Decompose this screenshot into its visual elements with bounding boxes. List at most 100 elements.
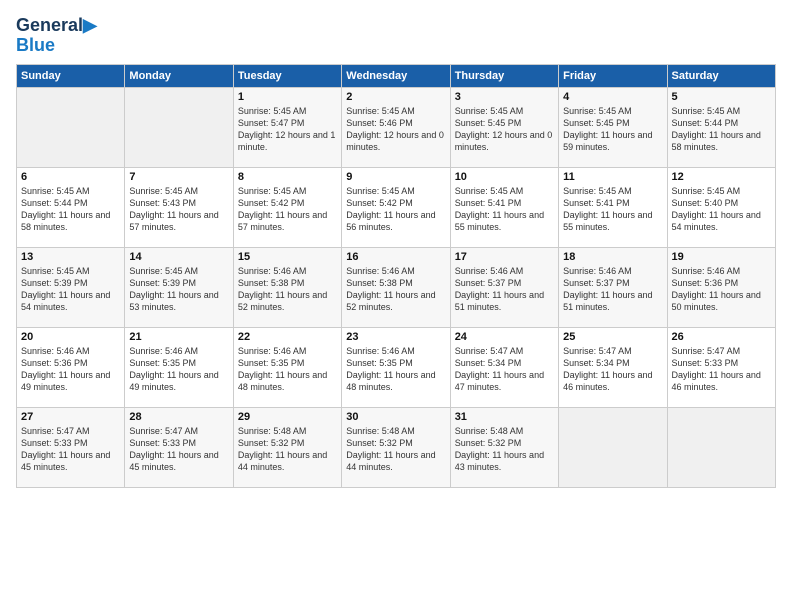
weekday-header: Wednesday bbox=[342, 64, 450, 87]
calendar-cell: 19 Sunrise: 5:46 AMSunset: 5:36 PMDayligh… bbox=[667, 247, 775, 327]
day-info: Sunrise: 5:46 AMSunset: 5:35 PMDaylight:… bbox=[346, 345, 445, 394]
weekday-header: Sunday bbox=[17, 64, 125, 87]
day-info: Sunrise: 5:46 AMSunset: 5:37 PMDaylight:… bbox=[563, 265, 662, 314]
calendar-cell: 22 Sunrise: 5:46 AMSunset: 5:35 PMDayligh… bbox=[233, 327, 341, 407]
day-info: Sunrise: 5:46 AMSunset: 5:36 PMDaylight:… bbox=[672, 265, 771, 314]
day-number: 13 bbox=[21, 251, 120, 263]
day-number: 7 bbox=[129, 171, 228, 183]
day-number: 27 bbox=[21, 411, 120, 423]
calendar-cell: 28 Sunrise: 5:47 AMSunset: 5:33 PMDayligh… bbox=[125, 407, 233, 487]
calendar-cell: 2 Sunrise: 5:45 AMSunset: 5:46 PMDaylight… bbox=[342, 87, 450, 167]
day-info: Sunrise: 5:45 AMSunset: 5:42 PMDaylight:… bbox=[346, 185, 445, 234]
day-number: 9 bbox=[346, 171, 445, 183]
day-info: Sunrise: 5:46 AMSunset: 5:35 PMDaylight:… bbox=[129, 345, 228, 394]
day-number: 1 bbox=[238, 91, 337, 103]
day-info: Sunrise: 5:45 AMSunset: 5:44 PMDaylight:… bbox=[672, 105, 771, 154]
weekday-header: Thursday bbox=[450, 64, 558, 87]
calendar-cell: 4Sunrise: 5:45 AMSunset: 5:45 PMDaylight… bbox=[559, 87, 667, 167]
calendar-cell: 26Sunrise: 5:47 AMSunset: 5:33 PMDayligh… bbox=[667, 327, 775, 407]
day-info: Sunrise: 5:45 AMSunset: 5:46 PMDaylight:… bbox=[346, 105, 445, 154]
day-number: 10 bbox=[455, 171, 554, 183]
day-number: 11 bbox=[563, 171, 662, 183]
day-number: 2 bbox=[346, 91, 445, 103]
calendar-week-row: 13 Sunrise: 5:45 AMSunset: 5:39 PMDayligh… bbox=[17, 247, 776, 327]
day-number: 8 bbox=[238, 171, 337, 183]
day-number: 6 bbox=[21, 171, 120, 183]
weekday-header-row: SundayMondayTuesdayWednesdayThursdayFrid… bbox=[17, 64, 776, 87]
day-number: 21 bbox=[129, 331, 228, 343]
calendar-cell: 3 Sunrise: 5:45 AMSunset: 5:45 PMDaylight… bbox=[450, 87, 558, 167]
day-info: Sunrise: 5:46 AMSunset: 5:37 PMDaylight:… bbox=[455, 265, 554, 314]
calendar-cell: 6 Sunrise: 5:45 AMSunset: 5:44 PMDaylight… bbox=[17, 167, 125, 247]
logo-blue: Blue bbox=[16, 36, 55, 54]
calendar-cell: 10 Sunrise: 5:45 AMSunset: 5:41 PMDayligh… bbox=[450, 167, 558, 247]
day-info: Sunrise: 5:47 AMSunset: 5:34 PMDaylight:… bbox=[455, 345, 554, 394]
calendar-cell: 24 Sunrise: 5:47 AMSunset: 5:34 PMDayligh… bbox=[450, 327, 558, 407]
day-number: 30 bbox=[346, 411, 445, 423]
day-info: Sunrise: 5:46 AMSunset: 5:38 PMDaylight:… bbox=[346, 265, 445, 314]
day-number: 24 bbox=[455, 331, 554, 343]
day-info: Sunrise: 5:46 AMSunset: 5:36 PMDaylight:… bbox=[21, 345, 120, 394]
calendar-cell: 13 Sunrise: 5:45 AMSunset: 5:39 PMDayligh… bbox=[17, 247, 125, 327]
day-info: Sunrise: 5:48 AMSunset: 5:32 PMDaylight:… bbox=[455, 425, 554, 474]
calendar-cell: 27 Sunrise: 5:47 AMSunset: 5:33 PMDayligh… bbox=[17, 407, 125, 487]
calendar-cell: 21 Sunrise: 5:46 AMSunset: 5:35 PMDayligh… bbox=[125, 327, 233, 407]
calendar-cell: 17 Sunrise: 5:46 AMSunset: 5:37 PMDayligh… bbox=[450, 247, 558, 327]
calendar-cell: 25 Sunrise: 5:47 AMSunset: 5:34 PMDayligh… bbox=[559, 327, 667, 407]
day-info: Sunrise: 5:45 AMSunset: 5:39 PMDaylight:… bbox=[21, 265, 120, 314]
weekday-header: Monday bbox=[125, 64, 233, 87]
day-number: 15 bbox=[238, 251, 337, 263]
day-number: 29 bbox=[238, 411, 337, 423]
calendar-cell bbox=[17, 87, 125, 167]
day-info: Sunrise: 5:47 AMSunset: 5:34 PMDaylight:… bbox=[563, 345, 662, 394]
day-number: 22 bbox=[238, 331, 337, 343]
calendar-cell: 7 Sunrise: 5:45 AMSunset: 5:43 PMDaylight… bbox=[125, 167, 233, 247]
calendar-cell: 12Sunrise: 5:45 AMSunset: 5:40 PMDayligh… bbox=[667, 167, 775, 247]
calendar-cell: 18Sunrise: 5:46 AMSunset: 5:37 PMDayligh… bbox=[559, 247, 667, 327]
day-info: Sunrise: 5:45 AMSunset: 5:42 PMDaylight:… bbox=[238, 185, 337, 234]
calendar-cell: 29 Sunrise: 5:48 AMSunset: 5:32 PMDayligh… bbox=[233, 407, 341, 487]
day-info: Sunrise: 5:46 AMSunset: 5:38 PMDaylight:… bbox=[238, 265, 337, 314]
calendar-cell: 5Sunrise: 5:45 AMSunset: 5:44 PMDaylight… bbox=[667, 87, 775, 167]
day-number: 23 bbox=[346, 331, 445, 343]
day-info: Sunrise: 5:47 AMSunset: 5:33 PMDaylight:… bbox=[129, 425, 228, 474]
day-number: 26 bbox=[672, 331, 771, 343]
day-info: Sunrise: 5:47 AMSunset: 5:33 PMDaylight:… bbox=[21, 425, 120, 474]
weekday-header: Tuesday bbox=[233, 64, 341, 87]
day-info: Sunrise: 5:45 AMSunset: 5:44 PMDaylight:… bbox=[21, 185, 120, 234]
calendar-cell: 11 Sunrise: 5:45 AMSunset: 5:41 PMDayligh… bbox=[559, 167, 667, 247]
day-number: 28 bbox=[129, 411, 228, 423]
day-number: 17 bbox=[455, 251, 554, 263]
calendar-week-row: 6 Sunrise: 5:45 AMSunset: 5:44 PMDaylight… bbox=[17, 167, 776, 247]
day-info: Sunrise: 5:45 AMSunset: 5:41 PMDaylight:… bbox=[563, 185, 662, 234]
weekday-header: Saturday bbox=[667, 64, 775, 87]
calendar-cell: 8 Sunrise: 5:45 AMSunset: 5:42 PMDaylight… bbox=[233, 167, 341, 247]
calendar-week-row: 20 Sunrise: 5:46 AMSunset: 5:36 PMDayligh… bbox=[17, 327, 776, 407]
day-info: Sunrise: 5:45 AMSunset: 5:43 PMDaylight:… bbox=[129, 185, 228, 234]
day-number: 3 bbox=[455, 91, 554, 103]
day-number: 14 bbox=[129, 251, 228, 263]
day-info: Sunrise: 5:45 AMSunset: 5:47 PMDaylight:… bbox=[238, 105, 337, 154]
calendar-cell: 30Sunrise: 5:48 AMSunset: 5:32 PMDayligh… bbox=[342, 407, 450, 487]
calendar-cell: 20 Sunrise: 5:46 AMSunset: 5:36 PMDayligh… bbox=[17, 327, 125, 407]
day-info: Sunrise: 5:46 AMSunset: 5:35 PMDaylight:… bbox=[238, 345, 337, 394]
day-number: 4 bbox=[563, 91, 662, 103]
calendar-table: SundayMondayTuesdayWednesdayThursdayFrid… bbox=[16, 64, 776, 488]
day-info: Sunrise: 5:45 AMSunset: 5:40 PMDaylight:… bbox=[672, 185, 771, 234]
logo-text: General▶ bbox=[16, 16, 97, 36]
day-number: 20 bbox=[21, 331, 120, 343]
calendar-cell: 9 Sunrise: 5:45 AMSunset: 5:42 PMDaylight… bbox=[342, 167, 450, 247]
calendar-cell: 14Sunrise: 5:45 AMSunset: 5:39 PMDayligh… bbox=[125, 247, 233, 327]
calendar-cell bbox=[125, 87, 233, 167]
calendar-cell: 15 Sunrise: 5:46 AMSunset: 5:38 PMDayligh… bbox=[233, 247, 341, 327]
day-info: Sunrise: 5:45 AMSunset: 5:45 PMDaylight:… bbox=[455, 105, 554, 154]
calendar-cell: 23 Sunrise: 5:46 AMSunset: 5:35 PMDayligh… bbox=[342, 327, 450, 407]
day-number: 31 bbox=[455, 411, 554, 423]
day-number: 19 bbox=[672, 251, 771, 263]
page-header: General▶ Blue bbox=[16, 16, 776, 54]
calendar-cell bbox=[667, 407, 775, 487]
day-number: 25 bbox=[563, 331, 662, 343]
day-number: 16 bbox=[346, 251, 445, 263]
day-info: Sunrise: 5:48 AMSunset: 5:32 PMDaylight:… bbox=[238, 425, 337, 474]
day-info: Sunrise: 5:45 AMSunset: 5:41 PMDaylight:… bbox=[455, 185, 554, 234]
